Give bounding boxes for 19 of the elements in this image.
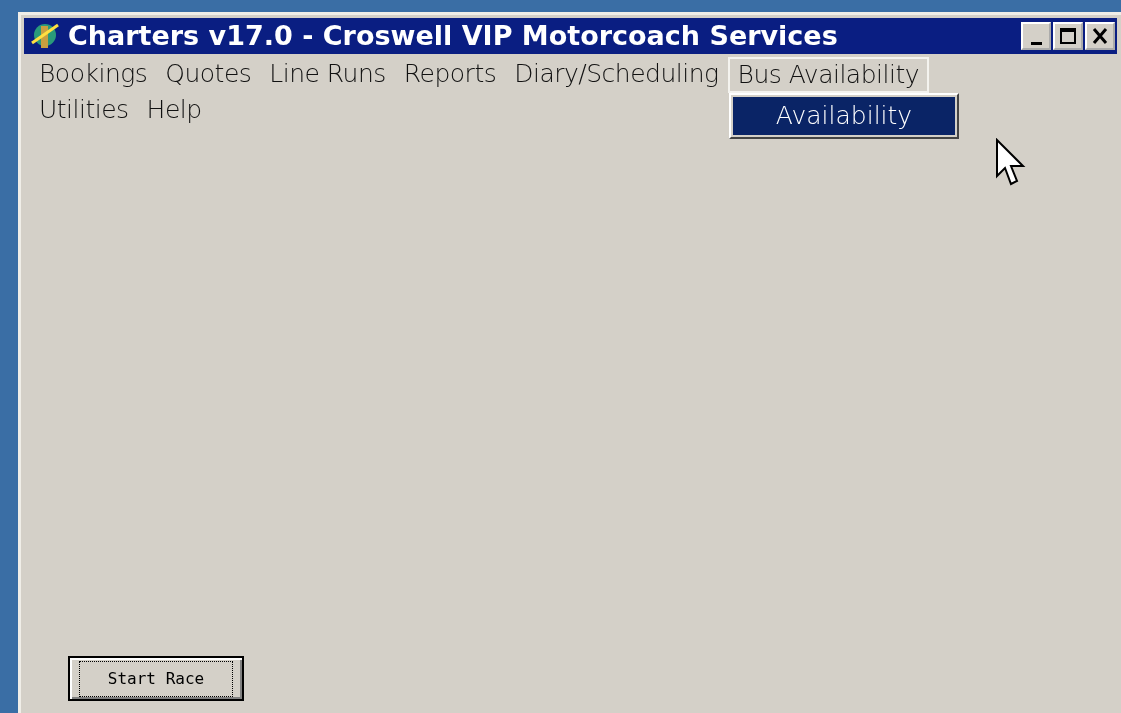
menu-item[interactable]: Bookings xyxy=(30,57,157,93)
maximize-button[interactable] xyxy=(1053,22,1083,50)
maximize-icon xyxy=(1058,26,1078,46)
close-button[interactable] xyxy=(1085,22,1115,50)
minimize-icon xyxy=(1030,42,1042,45)
menu-option[interactable]: Availability xyxy=(733,97,955,135)
start-race-button[interactable]: Start Race xyxy=(68,656,244,701)
menu-item[interactable]: Utilities xyxy=(30,93,138,127)
app-logo-icon xyxy=(30,21,60,51)
menu-item[interactable]: Help xyxy=(137,93,211,127)
menu-item[interactable]: Quotes xyxy=(156,57,261,93)
minimize-button[interactable] xyxy=(1021,22,1051,50)
menu-item[interactable]: Line Runs xyxy=(260,57,395,93)
close-icon xyxy=(1090,26,1110,46)
menu-item[interactable]: Diary/Scheduling xyxy=(505,57,728,93)
mouse-pointer-icon xyxy=(995,138,1027,188)
menu-item[interactable]: Reports xyxy=(394,57,506,93)
window-title: Charters v17.0 - Croswell VIP Motorcoach Services xyxy=(68,19,838,53)
menu-item[interactable]: Bus Availability xyxy=(727,57,929,93)
